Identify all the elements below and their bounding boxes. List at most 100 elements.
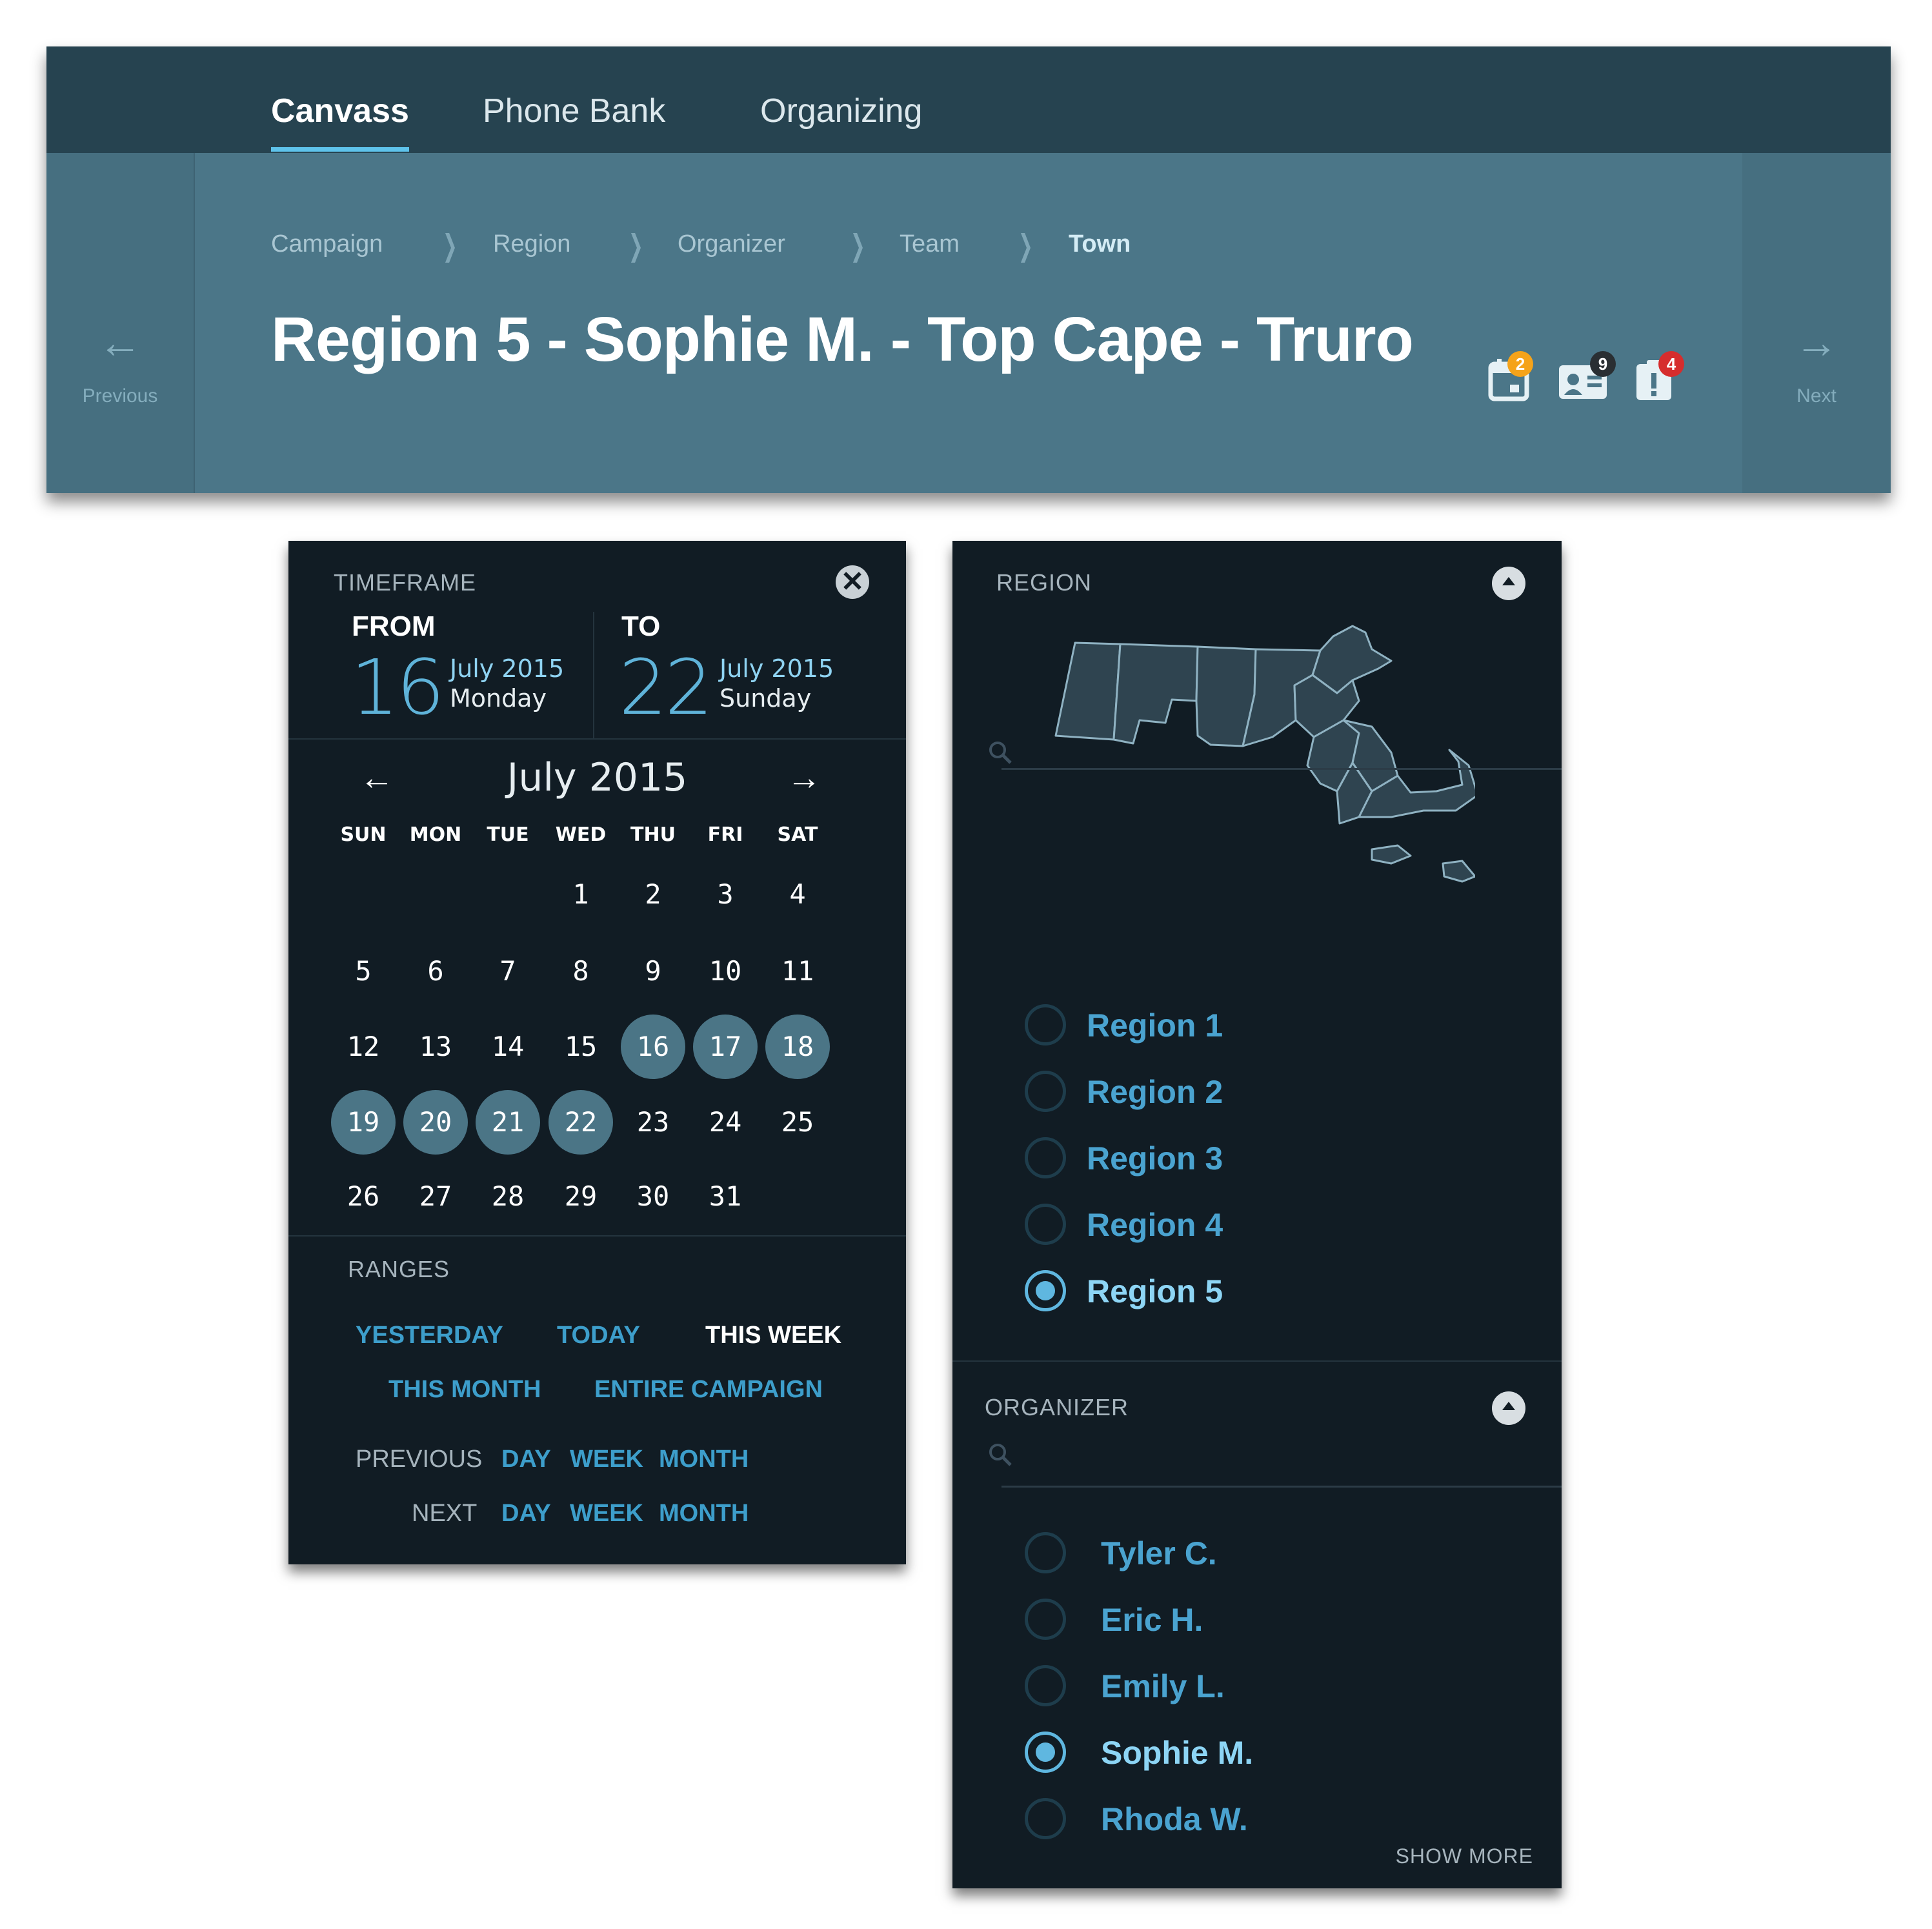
contact-card-icon[interactable]: 9 (1556, 351, 1616, 407)
tab-canvass[interactable]: Canvass (271, 92, 409, 130)
calendar-day[interactable]: 24 (693, 1090, 758, 1155)
calendar-day[interactable]: 12 (331, 1015, 396, 1079)
organizer-option[interactable]: Emily L. (1025, 1665, 1476, 1710)
collapse-region-icon[interactable] (1492, 567, 1525, 600)
calendar-day[interactable]: 31 (693, 1164, 758, 1229)
calendar-day[interactable]: 6 (403, 939, 468, 1004)
radio-button[interactable] (1025, 1270, 1066, 1311)
calendar-icon[interactable]: 2 (1485, 351, 1537, 407)
calendar-day[interactable]: 10 (693, 939, 758, 1004)
calendar-day[interactable]: 5 (331, 939, 396, 1004)
calendar-day[interactable]: 29 (548, 1164, 613, 1229)
calendar-day[interactable]: 15 (548, 1015, 613, 1079)
range-this-month[interactable]: THIS MONTH (388, 1376, 541, 1404)
calendar-day[interactable]: 26 (331, 1164, 396, 1229)
calendar-day[interactable]: 1 (548, 862, 613, 927)
radio-button[interactable] (1025, 1798, 1066, 1839)
calendar-day[interactable]: 7 (476, 939, 540, 1004)
massachusetts-map[interactable] (1049, 623, 1475, 894)
region-option[interactable]: Region 3 (1025, 1137, 1476, 1182)
radio-button[interactable] (1025, 1732, 1066, 1773)
previous-month-link[interactable]: MONTH (659, 1446, 749, 1473)
range-yesterday[interactable]: YESTERDAY (356, 1322, 503, 1349)
calendar-day[interactable]: 8 (548, 939, 613, 1004)
calendar-day[interactable]: 21 (476, 1090, 540, 1155)
divider (952, 1360, 1562, 1362)
divider (288, 738, 906, 740)
calendar-day[interactable]: 4 (765, 862, 830, 927)
calendar-day[interactable]: 28 (476, 1164, 540, 1229)
show-more-button[interactable]: SHOW MORE (1396, 1844, 1533, 1868)
radio-button[interactable] (1025, 1204, 1066, 1245)
region-label: REGION (996, 569, 1092, 596)
region-option-label: Region 2 (1087, 1074, 1223, 1110)
range-entire-campaign[interactable]: ENTIRE CAMPAIGN (594, 1376, 823, 1404)
calendar-day[interactable]: 3 (693, 862, 758, 927)
calendar-day[interactable]: 23 (621, 1090, 685, 1155)
calendar-day[interactable]: 11 (765, 939, 830, 1004)
breadcrumb-organizer[interactable]: Organizer (678, 230, 785, 258)
range-this-week[interactable]: THIS WEEK (705, 1322, 841, 1349)
calendar-day[interactable]: 16 (621, 1015, 685, 1079)
next-day-link[interactable]: DAY (501, 1500, 551, 1528)
calendar-day[interactable]: 19 (331, 1090, 396, 1155)
region-option-label: Region 5 (1087, 1273, 1223, 1309)
calendar-day[interactable]: 18 (765, 1015, 830, 1079)
region-option[interactable]: Region 5 (1025, 1270, 1476, 1315)
previous-week-link[interactable]: WEEK (570, 1446, 643, 1473)
calendar-day[interactable]: 22 (548, 1090, 613, 1155)
weekday-fri: FRI (707, 823, 743, 846)
organizer-option[interactable]: Eric H. (1025, 1599, 1476, 1644)
calendar-day[interactable]: 27 (403, 1164, 468, 1229)
radio-button[interactable] (1025, 1599, 1066, 1640)
region-search-input[interactable] (1001, 768, 1562, 770)
next-week-link[interactable]: WEEK (570, 1500, 643, 1528)
organizer-option-label: Tyler C. (1101, 1535, 1217, 1571)
calendar-day[interactable]: 25 (765, 1090, 830, 1155)
tab-phone-bank[interactable]: Phone Bank (483, 92, 665, 130)
region-option[interactable]: Region 1 (1025, 1004, 1476, 1049)
to-day[interactable]: 22 (619, 649, 713, 725)
breadcrumb-team[interactable]: Team (900, 230, 960, 258)
organizer-option-label: Eric H. (1101, 1602, 1203, 1638)
organizer-option[interactable]: Tyler C. (1025, 1532, 1476, 1577)
calendar-day[interactable]: 20 (403, 1090, 468, 1155)
organizer-option[interactable]: Rhoda W. (1025, 1798, 1476, 1843)
previous-day-link[interactable]: DAY (501, 1446, 551, 1473)
to-month-year: July 2015 (719, 654, 834, 683)
next-button[interactable]: → Next (1742, 153, 1891, 493)
range-today[interactable]: TODAY (557, 1322, 640, 1349)
calendar-day[interactable]: 2 (621, 862, 685, 927)
radio-button[interactable] (1025, 1004, 1066, 1045)
previous-button[interactable]: ← Previous (46, 153, 195, 493)
organizer-option[interactable]: Sophie M. (1025, 1732, 1476, 1777)
calendar-day[interactable]: 14 (476, 1015, 540, 1079)
tab-organizing[interactable]: Organizing (760, 92, 922, 130)
radio-button[interactable] (1025, 1665, 1066, 1706)
radio-button[interactable] (1025, 1532, 1066, 1573)
next-month-arrow-icon[interactable]: → (787, 760, 821, 795)
region-option[interactable]: Region 4 (1025, 1204, 1476, 1249)
from-day[interactable]: 16 (350, 649, 445, 725)
calendar-day[interactable]: 13 (403, 1015, 468, 1079)
radio-button[interactable] (1025, 1071, 1066, 1112)
breadcrumb-region[interactable]: Region (493, 230, 570, 258)
close-icon[interactable]: ✕ (836, 565, 869, 599)
region-option[interactable]: Region 2 (1025, 1071, 1476, 1116)
prev-month-arrow-icon[interactable]: ← (359, 760, 394, 795)
organizer-search-input[interactable] (1001, 1486, 1562, 1488)
breadcrumb-campaign[interactable]: Campaign (271, 230, 383, 258)
collapse-organizer-icon[interactable] (1492, 1391, 1525, 1425)
alert-clipboard-icon[interactable]: 4 (1630, 351, 1684, 407)
calendar-day[interactable]: 17 (693, 1015, 758, 1079)
from-weekday: Monday (450, 684, 547, 712)
calendar-day[interactable]: 9 (621, 939, 685, 1004)
calendar-badge: 2 (1507, 351, 1533, 377)
organizer-option-label: Rhoda W. (1101, 1801, 1248, 1837)
radio-button[interactable] (1025, 1137, 1066, 1178)
calendar-day[interactable]: 30 (621, 1164, 685, 1229)
active-tab-indicator (271, 147, 409, 152)
next-month-link[interactable]: MONTH (659, 1500, 749, 1528)
from-to-divider (593, 612, 594, 740)
alerts-badge: 4 (1658, 351, 1684, 377)
